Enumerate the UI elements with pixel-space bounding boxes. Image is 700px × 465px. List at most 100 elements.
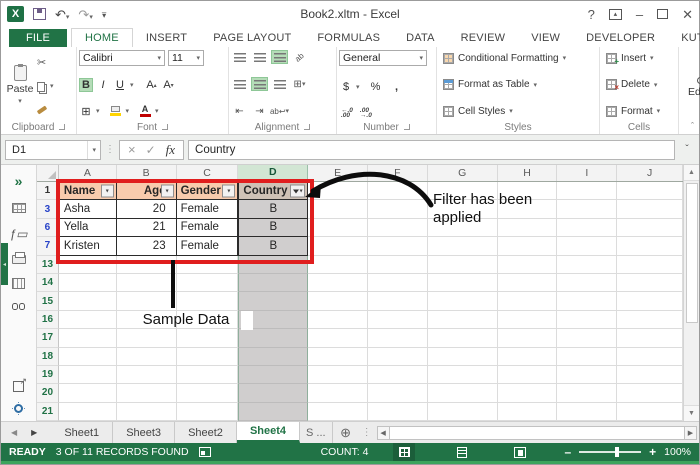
grid-cell-J20[interactable] [617,384,683,403]
decrease-decimal-icon[interactable]: .00 →.0 [358,107,374,119]
number-format-select[interactable]: General ▾ [339,50,427,66]
column-header-A[interactable]: A [59,165,117,181]
grid-cell-E17[interactable] [308,329,368,348]
grid-cell-B14[interactable] [116,273,177,293]
customize-toolbar-icon[interactable]: – ▾ [102,9,106,20]
grid-cell-I19[interactable] [557,365,618,385]
grid-cell-I3[interactable] [557,200,618,219]
grid-cell-A17[interactable] [58,329,117,348]
grid-cell-I20[interactable] [557,384,618,403]
settings-gear-icon[interactable] [14,404,23,413]
zoom-slider-thumb[interactable] [615,447,620,457]
minimize-icon[interactable]: – [636,8,643,21]
copy-icon[interactable]: ▾ [37,81,54,92]
grid-cell-D16[interactable] [238,310,309,330]
grid-cell-A6[interactable]: Yella [58,218,117,238]
increase-font-size-button[interactable]: A ▴ [145,78,159,92]
increase-decimal-icon[interactable]: ←.0.00 [339,107,355,119]
grid-cell-G7[interactable] [427,237,498,256]
grid-cell-B7[interactable]: 23 [116,237,177,256]
new-sheet-icon[interactable]: ⊕ [333,422,359,443]
grid-cell-C7[interactable]: Female [176,237,239,256]
conditional-formatting-button[interactable]: Conditional Formatting ▾ [443,51,597,65]
help-icon[interactable]: ? [588,8,595,21]
grid-cell-G15[interactable] [427,292,498,311]
grid-cell-I13[interactable] [557,255,618,274]
grid-cell-H17[interactable] [497,329,558,348]
grid-cell-H7[interactable] [497,237,558,256]
ribbon-tab-developer[interactable]: DEVELOPER [573,29,668,47]
grid-cell-G19[interactable] [427,365,498,385]
grid-cell-B18[interactable] [116,347,177,366]
grid-cell-J6[interactable] [617,218,684,238]
grid-cell-A14[interactable] [58,273,117,293]
name-box[interactable]: D1 ▾ [5,139,101,160]
grid-cell-J18[interactable] [617,347,683,366]
grid-cell-J13[interactable] [617,255,683,274]
grid-cell-C15[interactable] [176,292,239,311]
grid-cell-E6[interactable] [308,218,368,238]
grid-cell-G13[interactable] [427,255,498,274]
percent-format-icon[interactable]: % [369,80,383,94]
grid-cell-D7[interactable]: B [238,237,309,256]
column-header-J[interactable]: J [617,165,683,181]
grid-cell-I14[interactable] [557,273,618,293]
column-header-I[interactable]: I [557,165,618,181]
underline-button[interactable]: U [113,78,127,92]
grid-cell-D18[interactable] [238,347,309,366]
scroll-up-icon[interactable]: ▲ [684,165,699,181]
vertical-scroll-thumb[interactable] [685,183,698,323]
normal-view-icon[interactable] [393,442,416,462]
grid-cell-G20[interactable] [427,384,498,403]
grid-cell-J17[interactable] [617,329,683,348]
column-header-D[interactable]: D [238,165,309,181]
grid-cell-A21[interactable] [58,402,117,422]
maximize-icon[interactable] [657,9,669,19]
collapse-ribbon-icon[interactable]: ˆ [691,121,694,131]
grid-cell-J14[interactable] [617,273,683,293]
align-right-icon[interactable] [271,77,288,91]
grid-cell-J16[interactable] [617,310,683,330]
borders-icon[interactable]: ⊞ [79,104,93,118]
decrease-font-size-button[interactable]: A ▾ [162,78,176,92]
grid-cell-C16[interactable] [176,310,239,330]
macro-record-icon[interactable] [198,447,211,457]
grid-cell-F1[interactable] [368,182,428,201]
format-as-table-button[interactable]: Format as Table ▾ [443,78,597,92]
grid-cell-G16[interactable] [427,310,498,330]
row-header-18[interactable]: 18 [37,347,59,366]
font-color-icon[interactable]: A [138,104,152,118]
column-header-F[interactable]: F [368,165,428,181]
grid-cell-C3[interactable]: Female [176,200,239,219]
grid-cell-F17[interactable] [367,329,428,348]
grid-cell-B21[interactable] [116,402,177,422]
zoom-in-icon[interactable]: + [649,445,656,459]
grid-cell-H15[interactable] [497,292,558,311]
cancel-entry-icon[interactable]: × [128,142,136,157]
zoom-out-icon[interactable]: – [564,445,571,459]
sheet-nav-right-icon[interactable]: ▶ [31,428,37,437]
grid-cell-G14[interactable] [427,273,498,293]
merge-center-icon[interactable]: ⊞ ▾ [291,77,308,91]
grid-cell-G17[interactable] [427,329,498,348]
name-box-dropdown-icon[interactable]: ▾ [87,140,100,159]
undo-icon[interactable]: ↶▾ [55,8,69,21]
grid-cell-B1[interactable]: Age ▾ [116,182,177,201]
grid-cell-F19[interactable] [367,365,428,385]
grid-cell-E16[interactable] [308,310,368,330]
grid-cell-E15[interactable] [308,292,368,311]
grid-cell-B6[interactable]: 21 [116,218,177,238]
workbook-grid-icon[interactable] [11,203,26,213]
sheet-tab-s[interactable]: S ... [300,422,333,443]
row-header-6[interactable]: 6 [37,218,59,238]
grid-cell-J15[interactable] [617,292,683,311]
grid-cell-J1[interactable] [617,182,684,201]
ribbon-tab-kutools[interactable]: KUTOOLS ™ [668,29,700,47]
grid-cell-I16[interactable] [557,310,618,330]
formula-pane-icon[interactable]: ƒ▭ [9,227,27,241]
cut-icon[interactable]: ✂ [37,58,46,69]
grid-cell-J19[interactable] [617,365,683,385]
sheet-nav-left-icon[interactable]: ◀ [11,428,17,437]
grid-cell-J21[interactable] [617,402,683,422]
align-bottom-icon[interactable] [271,50,288,64]
